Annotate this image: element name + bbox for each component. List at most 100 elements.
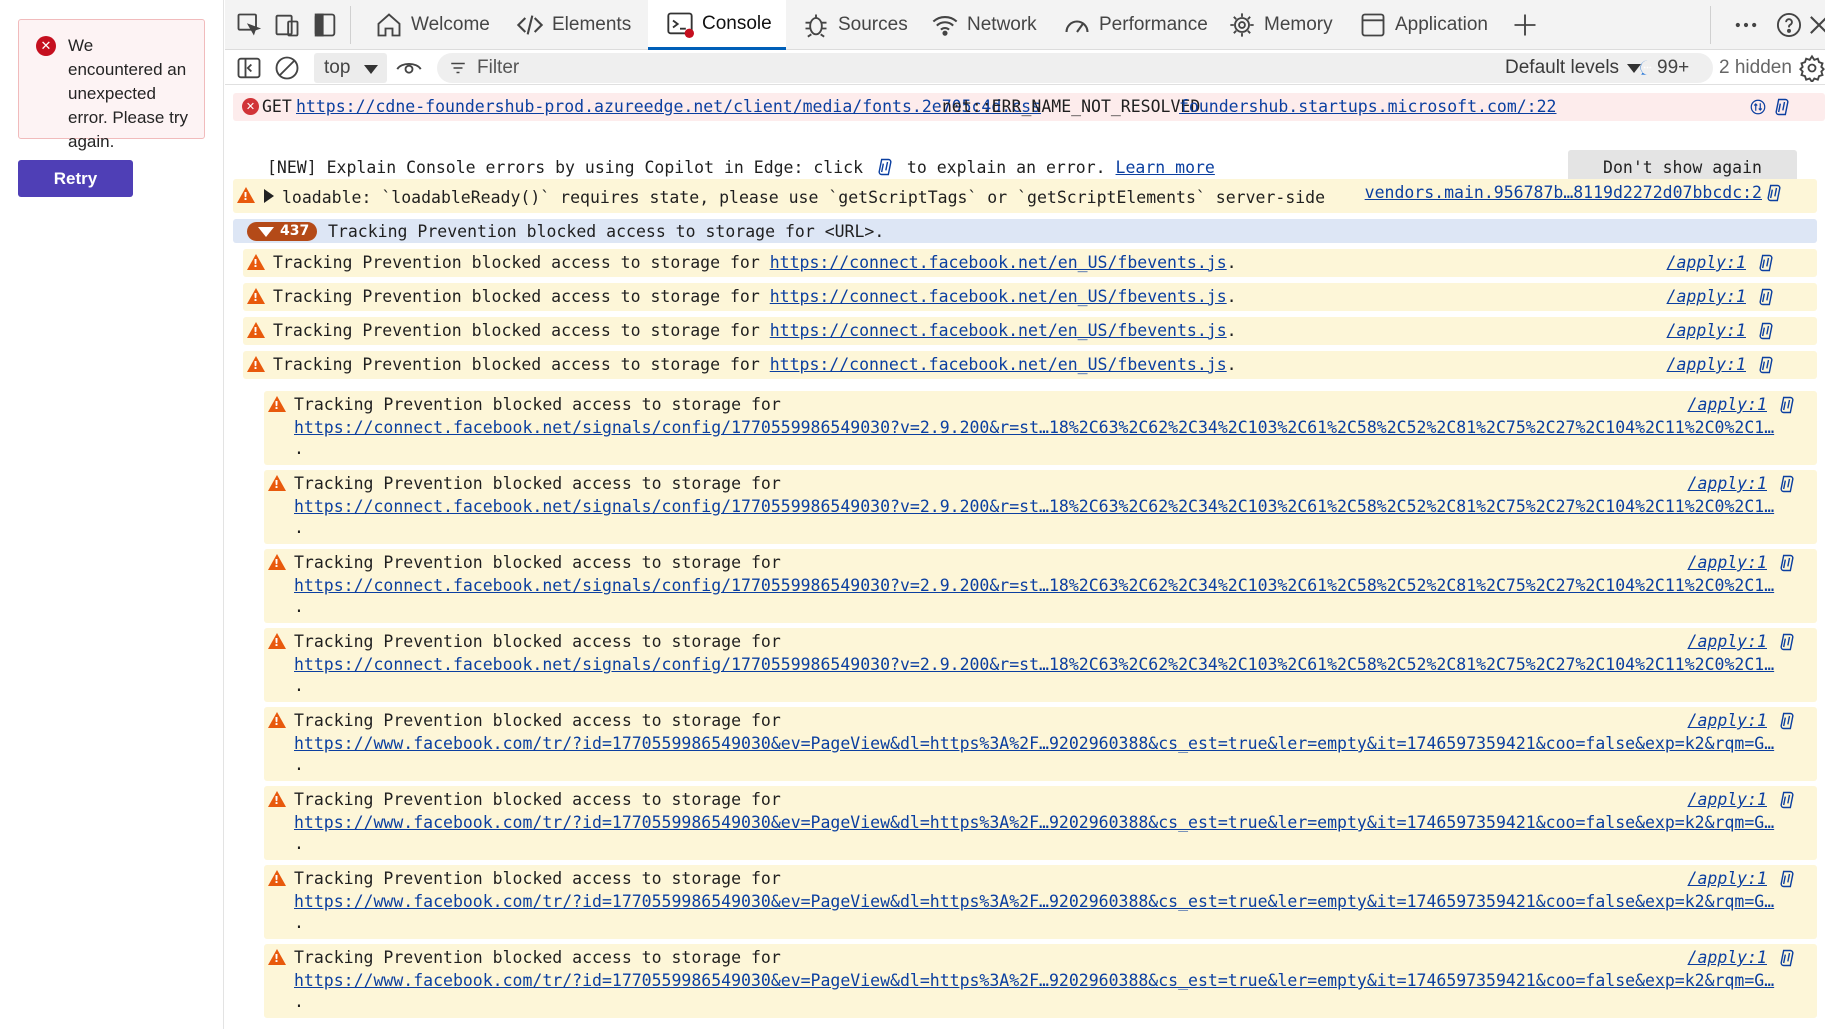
- error-source-link[interactable]: foundershub.startups.microsoft.com/:22: [1179, 97, 1557, 116]
- copilot-explain-icon[interactable]: [1777, 395, 1797, 419]
- trailing-period: .: [294, 439, 304, 458]
- warning-icon: [268, 475, 286, 491]
- warning-message: Tracking Prevention blocked access to st…: [273, 355, 760, 374]
- copilot-explain-icon[interactable]: [1777, 553, 1797, 577]
- console-error-row: ✕ GET https://cdne-foundershub-prod.azur…: [233, 93, 1825, 121]
- blocked-url-link[interactable]: https://connect.facebook.net/signals/con…: [294, 497, 1787, 516]
- toggle-sidebar-icon[interactable]: [311, 11, 339, 39]
- warning-message: Tracking Prevention blocked access to st…: [294, 869, 781, 888]
- tab-network[interactable]: Network: [931, 0, 1037, 50]
- trailing-period: .: [294, 834, 304, 853]
- tab-application[interactable]: Application: [1359, 0, 1488, 50]
- device-emulation-icon[interactable]: [273, 11, 301, 39]
- copilot-explain-icon[interactable]: [1777, 474, 1797, 498]
- grouped-messages-row[interactable]: 437 Tracking Prevention blocked access t…: [233, 219, 1817, 243]
- copilot-explain-icon[interactable]: [1756, 355, 1776, 379]
- source-link[interactable]: /apply:1: [1667, 321, 1746, 340]
- console-messages: ✕ GET https://cdne-foundershub-prod.azur…: [225, 86, 1825, 1029]
- close-devtools-icon[interactable]: [1805, 11, 1825, 39]
- warning-source-link[interactable]: vendors.main.956787b…8119d2272d07bbcdc:2: [1365, 183, 1762, 202]
- notice-text: [NEW] Explain Console errors by using Co…: [267, 158, 864, 177]
- copilot-explain-icon[interactable]: [1764, 183, 1784, 203]
- warning-icon: [268, 870, 286, 886]
- retry-button[interactable]: Retry: [18, 160, 133, 197]
- trailing-period: .: [294, 913, 304, 932]
- source-link[interactable]: /apply:1: [1688, 948, 1767, 967]
- copilot-explain-icon[interactable]: [1777, 869, 1797, 893]
- copilot-explain-icon[interactable]: [1772, 97, 1792, 117]
- blocked-url-link[interactable]: https://connect.facebook.net/signals/con…: [294, 655, 1787, 674]
- loadable-warning-row: loadable: `loadableReady()` requires sta…: [233, 179, 1817, 213]
- network-request-icon[interactable]: [1749, 98, 1767, 116]
- tracking-warning-row: Tracking Prevention blocked access to st…: [243, 351, 1817, 379]
- blocked-url-link[interactable]: https://connect.facebook.net/signals/con…: [294, 576, 1787, 595]
- copilot-explain-icon[interactable]: [1777, 711, 1797, 735]
- copilot-explain-icon[interactable]: [1756, 321, 1776, 345]
- tracking-warning-row: Tracking Prevention blocked access to st…: [243, 317, 1817, 345]
- log-levels-dropdown[interactable]: Default levels: [1505, 57, 1642, 79]
- tab-label: Memory: [1264, 14, 1333, 35]
- app-pane: We encountered an unexpected error. Plea…: [0, 0, 224, 1029]
- blocked-url-link[interactable]: https://www.facebook.com/tr/?id=17705599…: [294, 971, 1787, 990]
- blocked-url-link[interactable]: https://www.facebook.com/tr/?id=17705599…: [294, 734, 1787, 753]
- warning-message: loadable: `loadableReady()` requires sta…: [282, 188, 1326, 207]
- tab-label: Performance: [1099, 14, 1208, 35]
- clear-console-icon[interactable]: [273, 54, 301, 82]
- log-levels-label: Default levels: [1505, 57, 1620, 78]
- tab-label: Application: [1395, 14, 1488, 35]
- blocked-url-link[interactable]: https://www.facebook.com/tr/?id=17705599…: [294, 892, 1787, 911]
- blocked-url-link[interactable]: https://connect.facebook.net/en_US/fbeve…: [770, 253, 1227, 272]
- source-link[interactable]: /apply:1: [1667, 355, 1746, 374]
- window-icon: [1361, 13, 1385, 37]
- error-url-link[interactable]: https://cdne-foundershub-prod.azureedge.…: [296, 97, 1041, 116]
- copilot-explain-icon[interactable]: [1777, 948, 1797, 972]
- warning-message: Tracking Prevention blocked access to st…: [294, 395, 781, 414]
- blocked-url-link[interactable]: https://connect.facebook.net/en_US/fbeve…: [770, 287, 1227, 306]
- copilot-notice-row: [NEW] Explain Console errors by using Co…: [225, 121, 1825, 186]
- wifi-icon: [932, 15, 958, 36]
- request-method: GET: [262, 97, 292, 116]
- tracking-warning-row: Tracking Prevention blocked access to st…: [243, 283, 1817, 311]
- issues-chat-icon[interactable]: [1639, 59, 1656, 76]
- learn-more-link[interactable]: Learn more: [1116, 158, 1215, 177]
- tab-console[interactable]: Console: [648, 0, 786, 50]
- copilot-explain-icon[interactable]: [1777, 632, 1797, 656]
- tab-elements[interactable]: Elements: [516, 0, 631, 50]
- tab-memory[interactable]: Memory: [1228, 0, 1333, 50]
- source-link[interactable]: /apply:1: [1667, 253, 1746, 272]
- show-sidebar-icon[interactable]: [235, 54, 263, 82]
- blocked-url-link[interactable]: https://connect.facebook.net/en_US/fbeve…: [770, 355, 1227, 374]
- expand-arrow-icon[interactable]: [264, 189, 274, 203]
- copilot-explain-icon[interactable]: [1756, 253, 1776, 277]
- blocked-url-link[interactable]: https://www.facebook.com/tr/?id=17705599…: [294, 813, 1787, 832]
- blocked-url-link[interactable]: https://connect.facebook.net/en_US/fbeve…: [770, 321, 1227, 340]
- warning-message: Tracking Prevention blocked access to st…: [294, 632, 781, 651]
- source-link[interactable]: /apply:1: [1688, 869, 1767, 888]
- source-link[interactable]: /apply:1: [1688, 474, 1767, 493]
- source-link[interactable]: /apply:1: [1688, 553, 1767, 572]
- more-options-icon[interactable]: [1732, 11, 1760, 39]
- source-link[interactable]: /apply:1: [1688, 790, 1767, 809]
- blocked-url-link[interactable]: https://connect.facebook.net/signals/con…: [294, 418, 1787, 437]
- source-link[interactable]: /apply:1: [1667, 287, 1746, 306]
- tab-welcome[interactable]: Welcome: [375, 0, 490, 50]
- source-link[interactable]: /apply:1: [1688, 632, 1767, 651]
- devtools-tabbar: Welcome Elements Console Sources Network…: [225, 0, 1825, 50]
- copilot-explain-icon[interactable]: [1756, 287, 1776, 311]
- copilot-explain-icon[interactable]: [1777, 790, 1797, 814]
- console-settings-gear-icon[interactable]: [1798, 54, 1825, 82]
- help-icon[interactable]: [1775, 11, 1803, 39]
- tab-sources[interactable]: Sources: [802, 0, 908, 50]
- inspect-element-icon[interactable]: [235, 11, 263, 39]
- live-expression-eye-icon[interactable]: [395, 54, 423, 82]
- add-tab-icon[interactable]: [1511, 11, 1539, 39]
- tab-performance[interactable]: Performance: [1063, 0, 1208, 50]
- issues-count[interactable]: 99+: [1657, 57, 1689, 79]
- code-icon: [516, 15, 544, 35]
- source-link[interactable]: /apply:1: [1688, 395, 1767, 414]
- context-selector[interactable]: top: [314, 53, 387, 83]
- source-link[interactable]: /apply:1: [1688, 711, 1767, 730]
- gauge-icon: [1065, 20, 1089, 33]
- warning-message: Tracking Prevention blocked access to st…: [273, 253, 760, 272]
- group-count-badge[interactable]: 437: [247, 222, 317, 241]
